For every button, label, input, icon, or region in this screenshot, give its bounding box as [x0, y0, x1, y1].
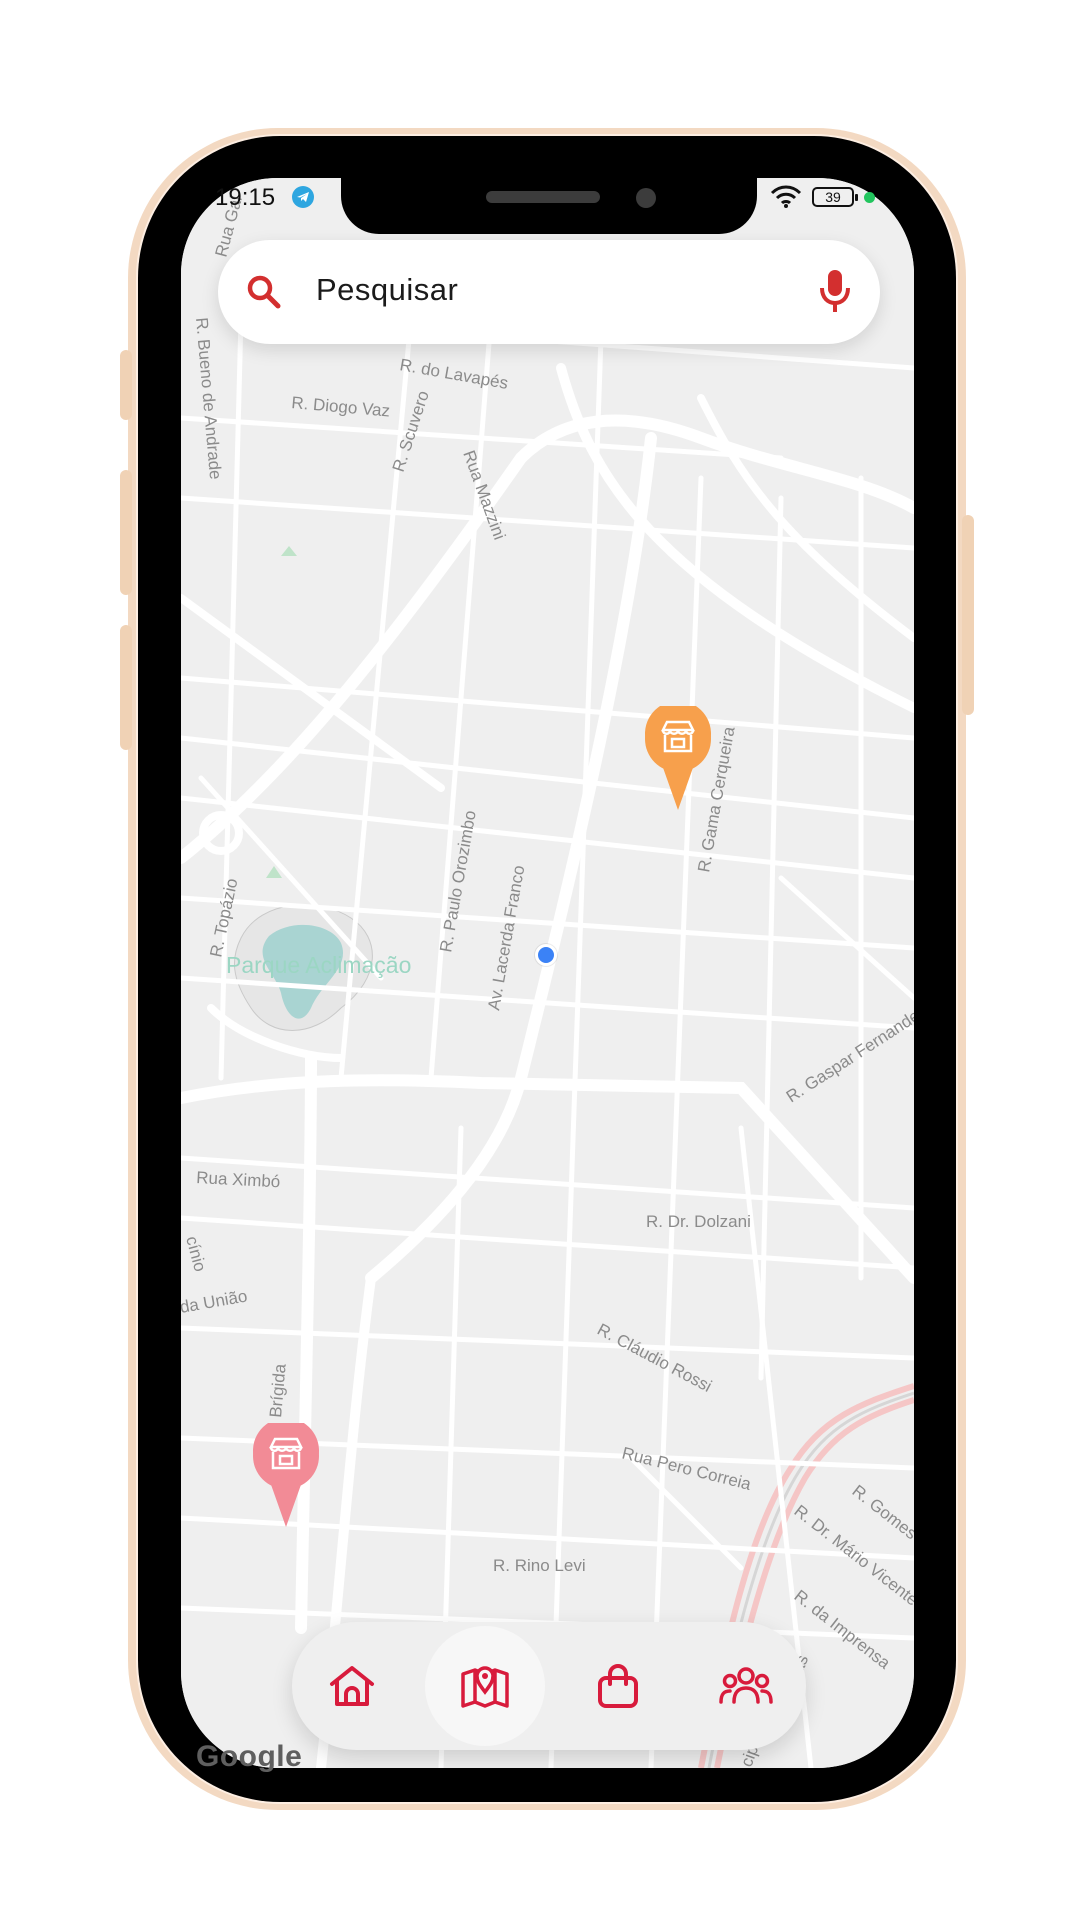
nav-item-community[interactable]	[686, 1622, 806, 1750]
phone-volume-up-button	[120, 470, 132, 595]
status-icons: 39	[770, 182, 875, 212]
phone-power-button	[962, 515, 974, 715]
privacy-indicator-dot	[864, 191, 875, 203]
nav-item-shop[interactable]	[558, 1622, 678, 1750]
nav-item-map[interactable]	[425, 1622, 545, 1750]
home-icon	[330, 1666, 374, 1706]
search-input[interactable]: Pesquisar	[316, 272, 458, 308]
user-location-dot	[535, 944, 557, 966]
battery-icon: 39	[812, 187, 858, 207]
notch	[341, 178, 757, 234]
google-logo: Google	[196, 1740, 303, 1773]
phone-mute-button	[120, 350, 132, 420]
street-label: R. Rino Levi	[493, 1556, 586, 1575]
store-marker-orange[interactable]	[645, 706, 711, 816]
map-pin-icon	[461, 1666, 509, 1708]
search-icon[interactable]	[244, 272, 284, 312]
status-time: 19:15	[215, 184, 276, 211]
speaker	[486, 191, 600, 203]
front-camera	[636, 188, 656, 208]
park-label: Parque Aclimação	[226, 952, 411, 978]
wifi-icon	[770, 185, 802, 208]
store-marker-pink[interactable]	[253, 1423, 319, 1533]
search-bar[interactable]: Pesquisar	[218, 240, 880, 344]
shopping-bag-icon	[598, 1664, 638, 1708]
microphone-icon[interactable]	[818, 268, 852, 316]
users-icon	[719, 1667, 773, 1704]
street-label: R. Dr. Dolzani	[646, 1212, 751, 1231]
bottom-navigation	[292, 1622, 806, 1750]
nav-item-home[interactable]	[292, 1622, 412, 1750]
telegram-notification-icon	[292, 186, 314, 208]
phone-volume-down-button	[120, 625, 132, 750]
